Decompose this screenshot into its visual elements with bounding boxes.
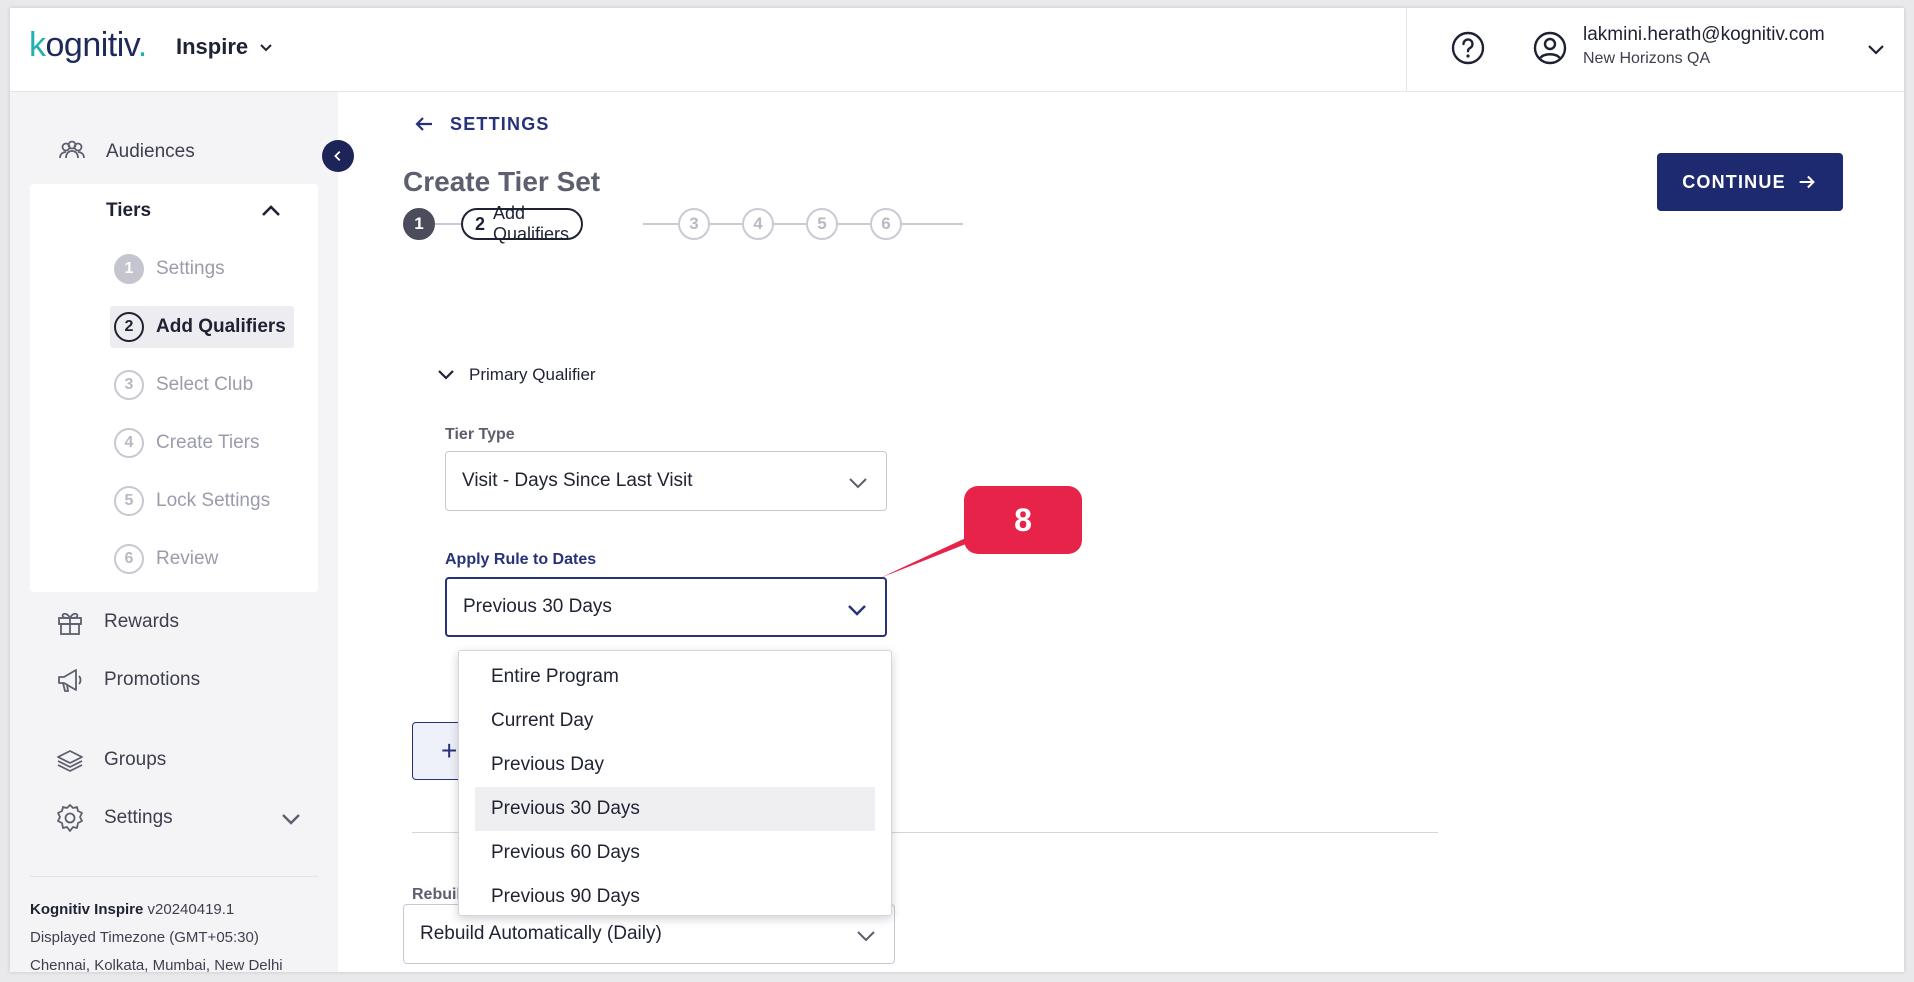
audiences-icon	[59, 140, 85, 159]
stepper-step-5[interactable]: 5	[806, 208, 838, 240]
dropdown-option-previous-60-days[interactable]: Previous 60 Days	[475, 831, 875, 875]
app-frame: kognitiv. Inspire lakmini.herath@kogniti…	[10, 8, 1904, 972]
stepper-step-1[interactable]: 1	[403, 208, 435, 240]
continue-button[interactable]: CONTINUE	[1657, 153, 1843, 211]
step-callout-badge: 8	[964, 486, 1082, 554]
user-avatar-icon	[1533, 31, 1567, 65]
chevron-left-icon	[334, 151, 341, 161]
sidebar-step-select-club[interactable]: 3 Select Club	[110, 364, 261, 406]
sidebar-step-lock-settings[interactable]: 5 Lock Settings	[110, 480, 278, 522]
chevron-up-icon[interactable]	[258, 198, 284, 224]
primary-qualifier-toggle[interactable]: Primary Qualifier	[435, 364, 596, 386]
dropdown-option-current-day[interactable]: Current Day	[475, 699, 875, 743]
app-switcher[interactable]: Inspire	[176, 34, 274, 60]
sidebar-step-settings[interactable]: 1 Settings	[110, 248, 233, 290]
user-menu-chevron-icon[interactable]	[1865, 38, 1887, 60]
header-divider	[1406, 8, 1407, 92]
tiers-heading[interactable]: Tiers	[106, 200, 151, 222]
chevron-down-icon	[849, 478, 867, 489]
sidebar-step-add-qualifiers[interactable]: 2 Add Qualifiers	[110, 306, 294, 348]
arrow-left-icon	[415, 117, 432, 131]
chevron-down-icon	[438, 370, 454, 380]
dropdown-option-previous-day[interactable]: Previous Day	[475, 743, 875, 787]
app-name: Inspire	[176, 34, 249, 59]
sidebar-item-audiences[interactable]: Audiences	[56, 136, 195, 168]
tier-type-select[interactable]: Visit - Days Since Last Visit	[445, 451, 887, 511]
stepper-line	[433, 223, 463, 225]
apply-rule-dropdown-menu: Entire Program Current Day Previous Day …	[458, 650, 892, 916]
sidebar-item-promotions[interactable]: Promotions	[54, 664, 200, 696]
dropdown-option-entire-program[interactable]: Entire Program	[475, 655, 875, 699]
back-to-settings-link[interactable]: SETTINGS	[412, 112, 550, 136]
user-org: New Horizons QA	[1583, 50, 1711, 67]
sidebar-item-rewards[interactable]: Rewards	[54, 606, 179, 638]
help-icon[interactable]	[1450, 30, 1486, 66]
sidebar-footer: Kognitiv Inspire v20240419.1 Displayed T…	[30, 901, 283, 972]
sidebar-collapse-button[interactable]	[322, 140, 354, 172]
kognitiv-logo[interactable]: kognitiv.	[29, 26, 147, 65]
apply-rule-select[interactable]: Previous 30 Days	[445, 577, 887, 637]
apply-rule-label: Apply Rule to Dates	[445, 551, 597, 568]
gift-icon	[58, 612, 82, 635]
sidebar-item-groups[interactable]: Groups	[54, 744, 166, 776]
stepper-step-4[interactable]: 4	[742, 208, 774, 240]
stepper-step-3[interactable]: 3	[678, 208, 710, 240]
tiers-submenu: Tiers 1 Settings 2 Add Qualifiers 3 Select …	[30, 184, 318, 592]
sidebar-divider	[30, 876, 318, 877]
sidebar-item-settings[interactable]: Settings	[54, 802, 173, 834]
chevron-down-icon	[848, 605, 866, 616]
tier-type-label: Tier Type	[445, 426, 515, 443]
gear-icon	[57, 804, 83, 832]
chevron-down-icon	[260, 44, 272, 52]
megaphone-icon	[58, 669, 82, 692]
stepper-step-6[interactable]: 6	[870, 208, 902, 240]
top-header: kognitiv. Inspire lakmini.herath@kogniti…	[10, 8, 1904, 92]
sidebar-step-create-tiers[interactable]: 4 Create Tiers	[110, 422, 267, 464]
chevron-down-icon	[857, 931, 875, 942]
sidebar-step-review[interactable]: 6 Review	[110, 538, 226, 580]
settings-chevron-down-icon[interactable]	[278, 806, 304, 832]
user-email: lakmini.herath@kognitiv.com	[1583, 24, 1825, 45]
dropdown-option-previous-90-days[interactable]: Previous 90 Days	[475, 875, 875, 915]
arrow-right-icon	[1799, 175, 1815, 189]
sidebar: Audiences Tiers 1 Settings 2 Add Qualifier…	[10, 92, 338, 972]
page-title: Create Tier Set	[403, 166, 601, 197]
stepper-step-2-current[interactable]: 2 Add Qualifiers	[461, 203, 584, 244]
dropdown-option-previous-30-days[interactable]: Previous 30 Days	[475, 787, 875, 831]
layers-icon	[57, 750, 83, 772]
